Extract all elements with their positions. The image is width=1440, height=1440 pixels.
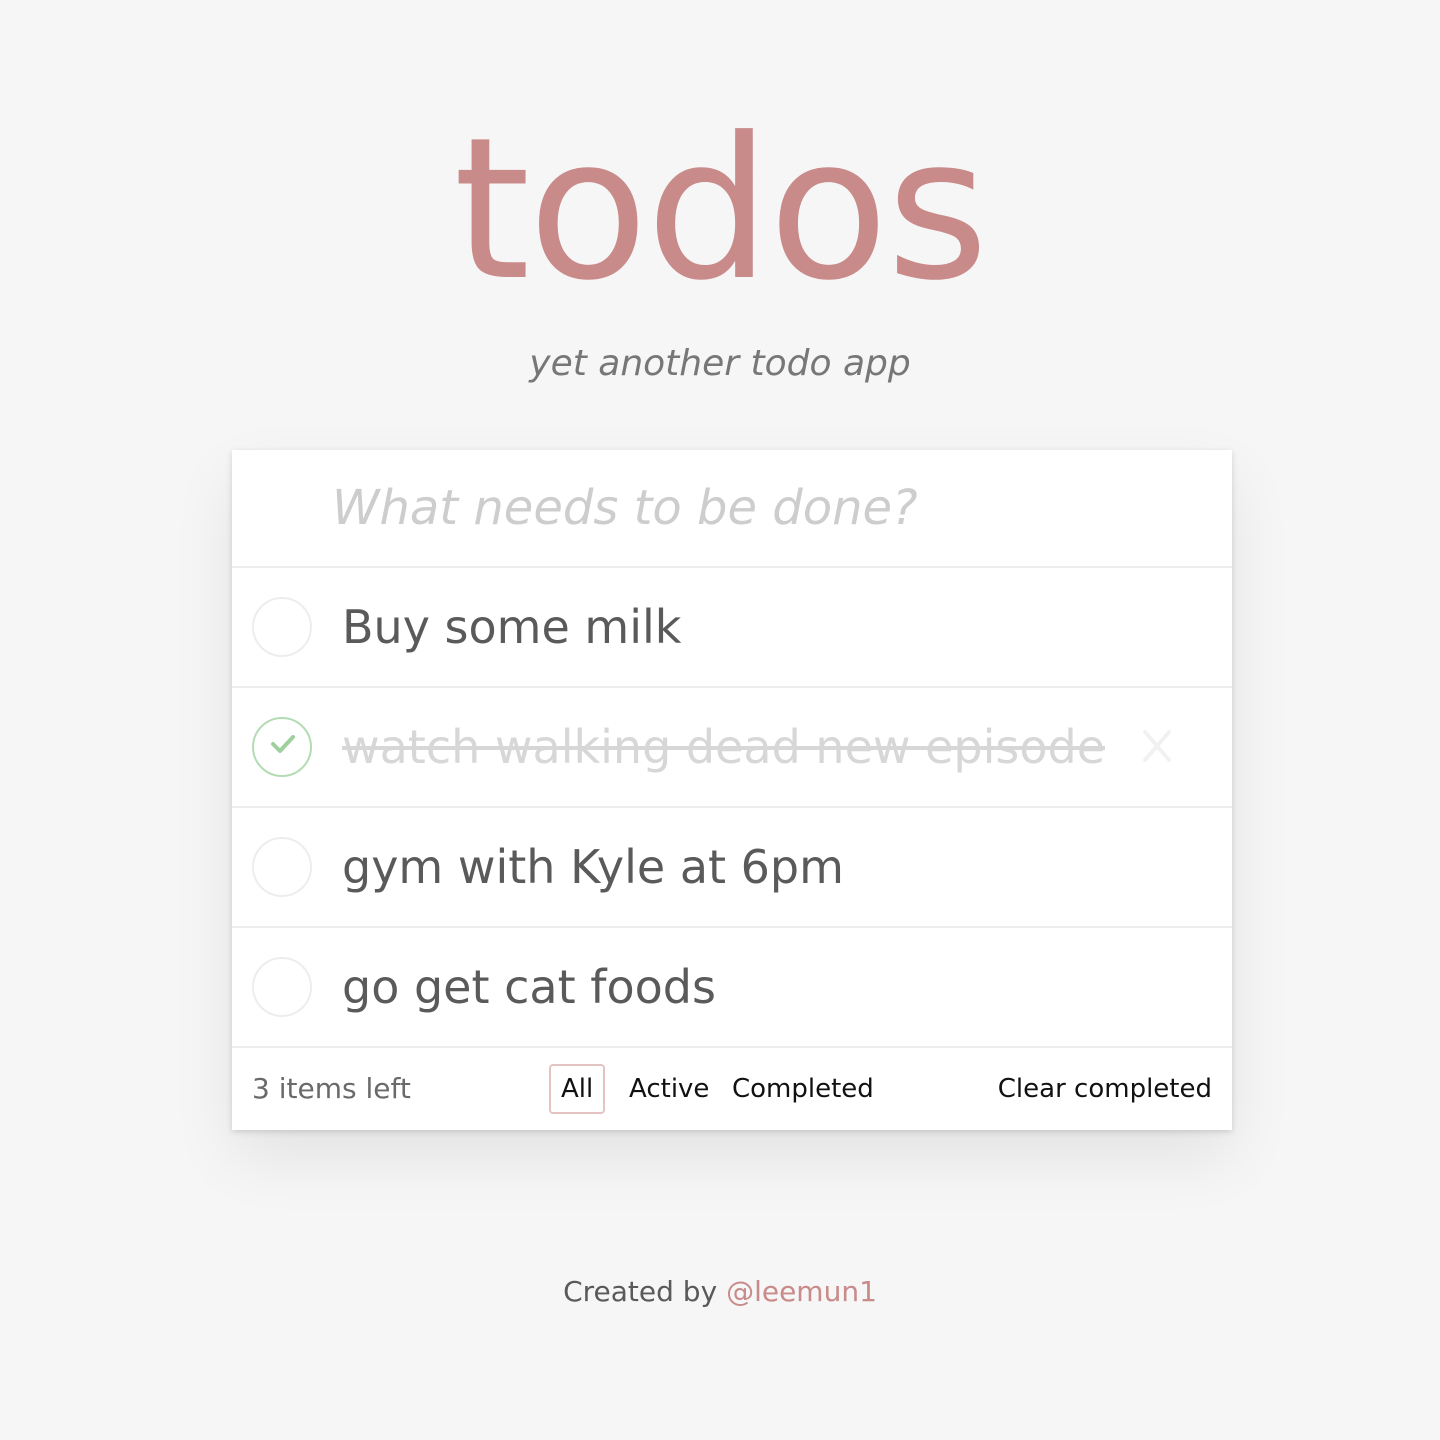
- todo-label[interactable]: watch walking dead new episode: [342, 688, 1105, 806]
- close-icon[interactable]: [1137, 724, 1177, 768]
- todo-item: gym with Kyle at 6pm: [232, 808, 1232, 928]
- todo-list: Buy some milk watch walking dead new epi…: [232, 568, 1232, 1048]
- filter-all-link[interactable]: All: [549, 1064, 606, 1114]
- todo-toggle-checkbox[interactable]: [252, 837, 312, 897]
- todo-label[interactable]: Buy some milk: [342, 568, 681, 686]
- todo-item-completed: watch walking dead new episode: [232, 688, 1232, 808]
- credits: Created by @leemun1: [0, 1272, 1440, 1312]
- clear-completed-button[interactable]: Clear completed: [998, 1064, 1212, 1114]
- credits-prefix: Created by: [563, 1275, 718, 1308]
- todo-item: Buy some milk: [232, 568, 1232, 688]
- author-link[interactable]: @leemun1: [726, 1275, 877, 1308]
- check-icon: [271, 735, 295, 753]
- todo-toggle-checkbox[interactable]: [252, 717, 312, 777]
- todo-label[interactable]: gym with Kyle at 6pm: [342, 808, 844, 926]
- todo-item: go get cat foods: [232, 928, 1232, 1048]
- app-title: todos: [453, 96, 988, 324]
- todo-toggle-checkbox[interactable]: [252, 957, 312, 1017]
- todo-label[interactable]: go get cat foods: [342, 928, 716, 1046]
- todo-app-panel: Buy some milk watch walking dead new epi…: [232, 450, 1232, 1130]
- new-todo-input[interactable]: [232, 450, 1232, 568]
- app-subtitle: yet another todo app: [529, 343, 911, 384]
- todo-footer: 3 items left All Active Completed Clear …: [232, 1048, 1232, 1130]
- filter-completed-link[interactable]: Completed: [720, 1064, 886, 1114]
- todo-toggle-checkbox[interactable]: [252, 597, 312, 657]
- items-left-counter: 3 items left: [252, 1072, 411, 1105]
- filter-active-link[interactable]: Active: [617, 1064, 721, 1114]
